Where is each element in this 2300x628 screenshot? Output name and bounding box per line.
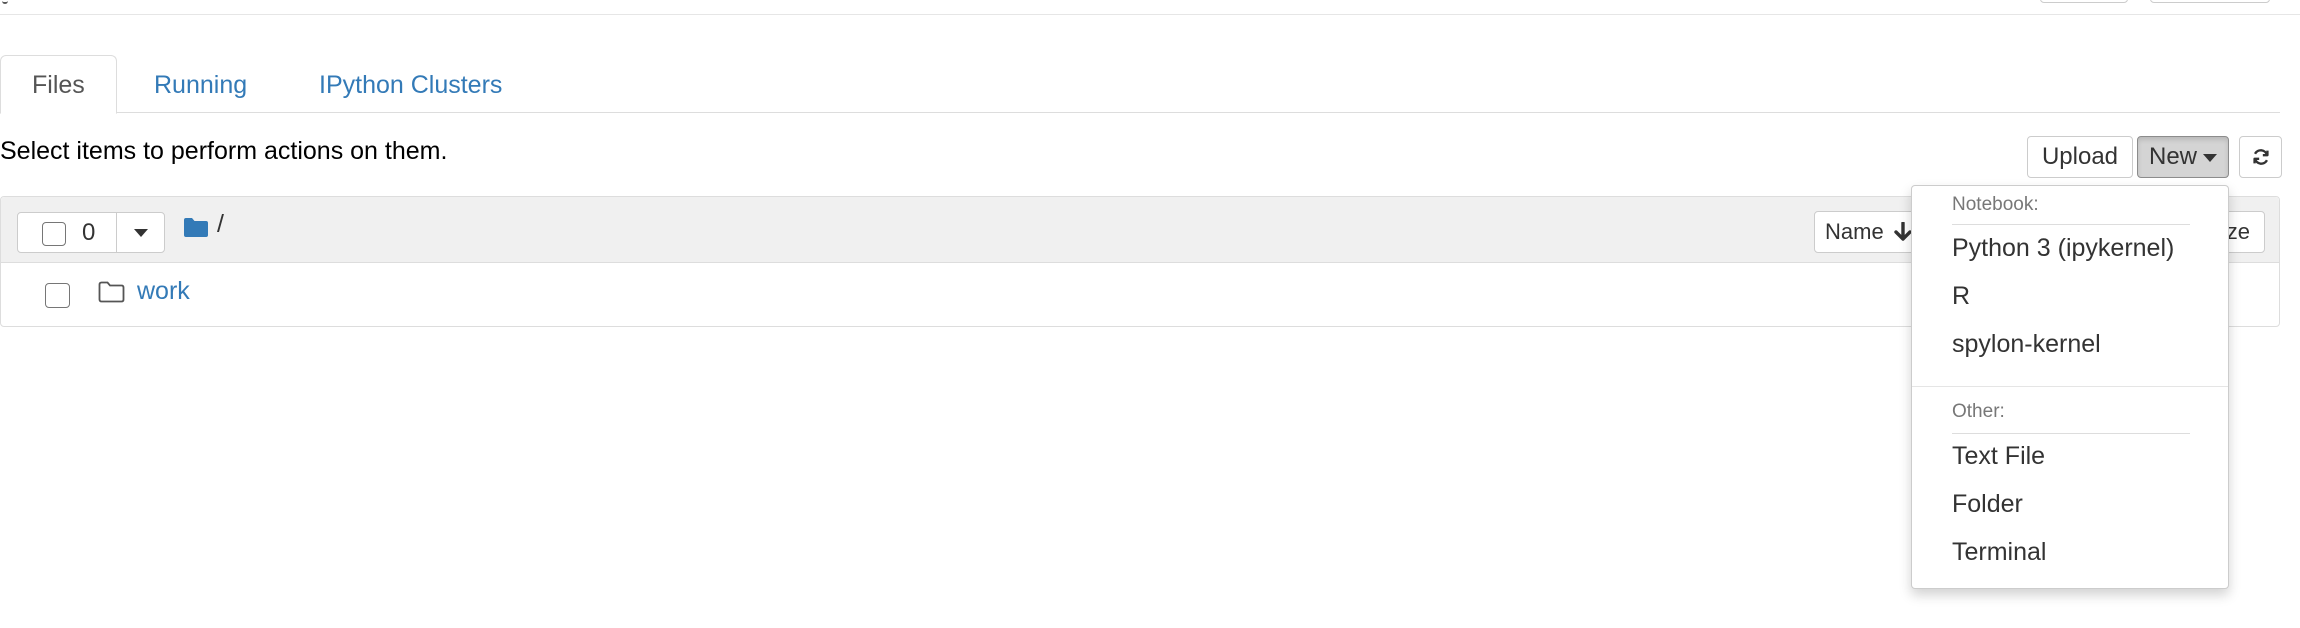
select-all-checkbox[interactable]: [42, 222, 66, 246]
breadcrumb-root[interactable]: /: [217, 210, 224, 239]
menu-item-text-file[interactable]: Text File: [1952, 442, 2045, 471]
menu-header-notebook: Notebook:: [1952, 194, 2039, 215]
refresh-button[interactable]: [2239, 136, 2282, 178]
folder-icon[interactable]: [183, 217, 209, 238]
header-button-partial-1[interactable]: [2040, 0, 2128, 3]
caret-down-icon: [2203, 153, 2217, 162]
menu-item-terminal[interactable]: Terminal: [1952, 538, 2046, 567]
selected-count: 0: [82, 219, 96, 246]
menu-header-rule: [1952, 224, 2190, 225]
header-divider: [0, 14, 2300, 15]
select-dropdown-button[interactable]: [117, 213, 165, 252]
folder-outline-icon: [98, 281, 125, 303]
arrow-down-icon: [1894, 221, 1912, 241]
menu-item-folder[interactable]: Folder: [1952, 490, 2023, 519]
menu-header-other: Other:: [1952, 401, 2005, 422]
item-name-link[interactable]: work: [137, 277, 190, 306]
menu-item-python3[interactable]: Python 3 (ipykernel): [1952, 234, 2174, 263]
refresh-icon: [2252, 149, 2269, 165]
menu-divider: [1912, 386, 2228, 387]
new-button-label: New: [2148, 143, 2197, 170]
header-button-partial-2[interactable]: [2150, 0, 2270, 3]
menu-item-spylon-kernel[interactable]: spylon-kernel: [1952, 330, 2101, 359]
upload-button[interactable]: Upload: [2027, 136, 2133, 178]
item-checkbox[interactable]: [45, 283, 70, 308]
new-dropdown-menu: Notebook: Python 3 (ipykernel) R spylon-…: [1911, 185, 2229, 589]
select-all-group: 0: [17, 212, 165, 253]
tab-ipython-clusters[interactable]: IPython Clusters: [287, 55, 534, 113]
caret-down-icon: [134, 228, 148, 237]
top-edge-mark: [2, 0, 8, 4]
sort-by-name-button[interactable]: Name: [1814, 211, 1926, 253]
tab-files[interactable]: Files: [0, 55, 117, 114]
tab-bar: Files Running IPython Clusters: [0, 55, 2280, 114]
sort-name-label: Name: [1825, 219, 1884, 244]
selection-hint: Select items to perform actions on them.: [0, 137, 448, 165]
menu-item-r[interactable]: R: [1952, 282, 1970, 311]
tab-running[interactable]: Running: [122, 55, 279, 113]
menu-header-rule: [1952, 433, 2190, 434]
new-button[interactable]: New: [2137, 136, 2229, 178]
